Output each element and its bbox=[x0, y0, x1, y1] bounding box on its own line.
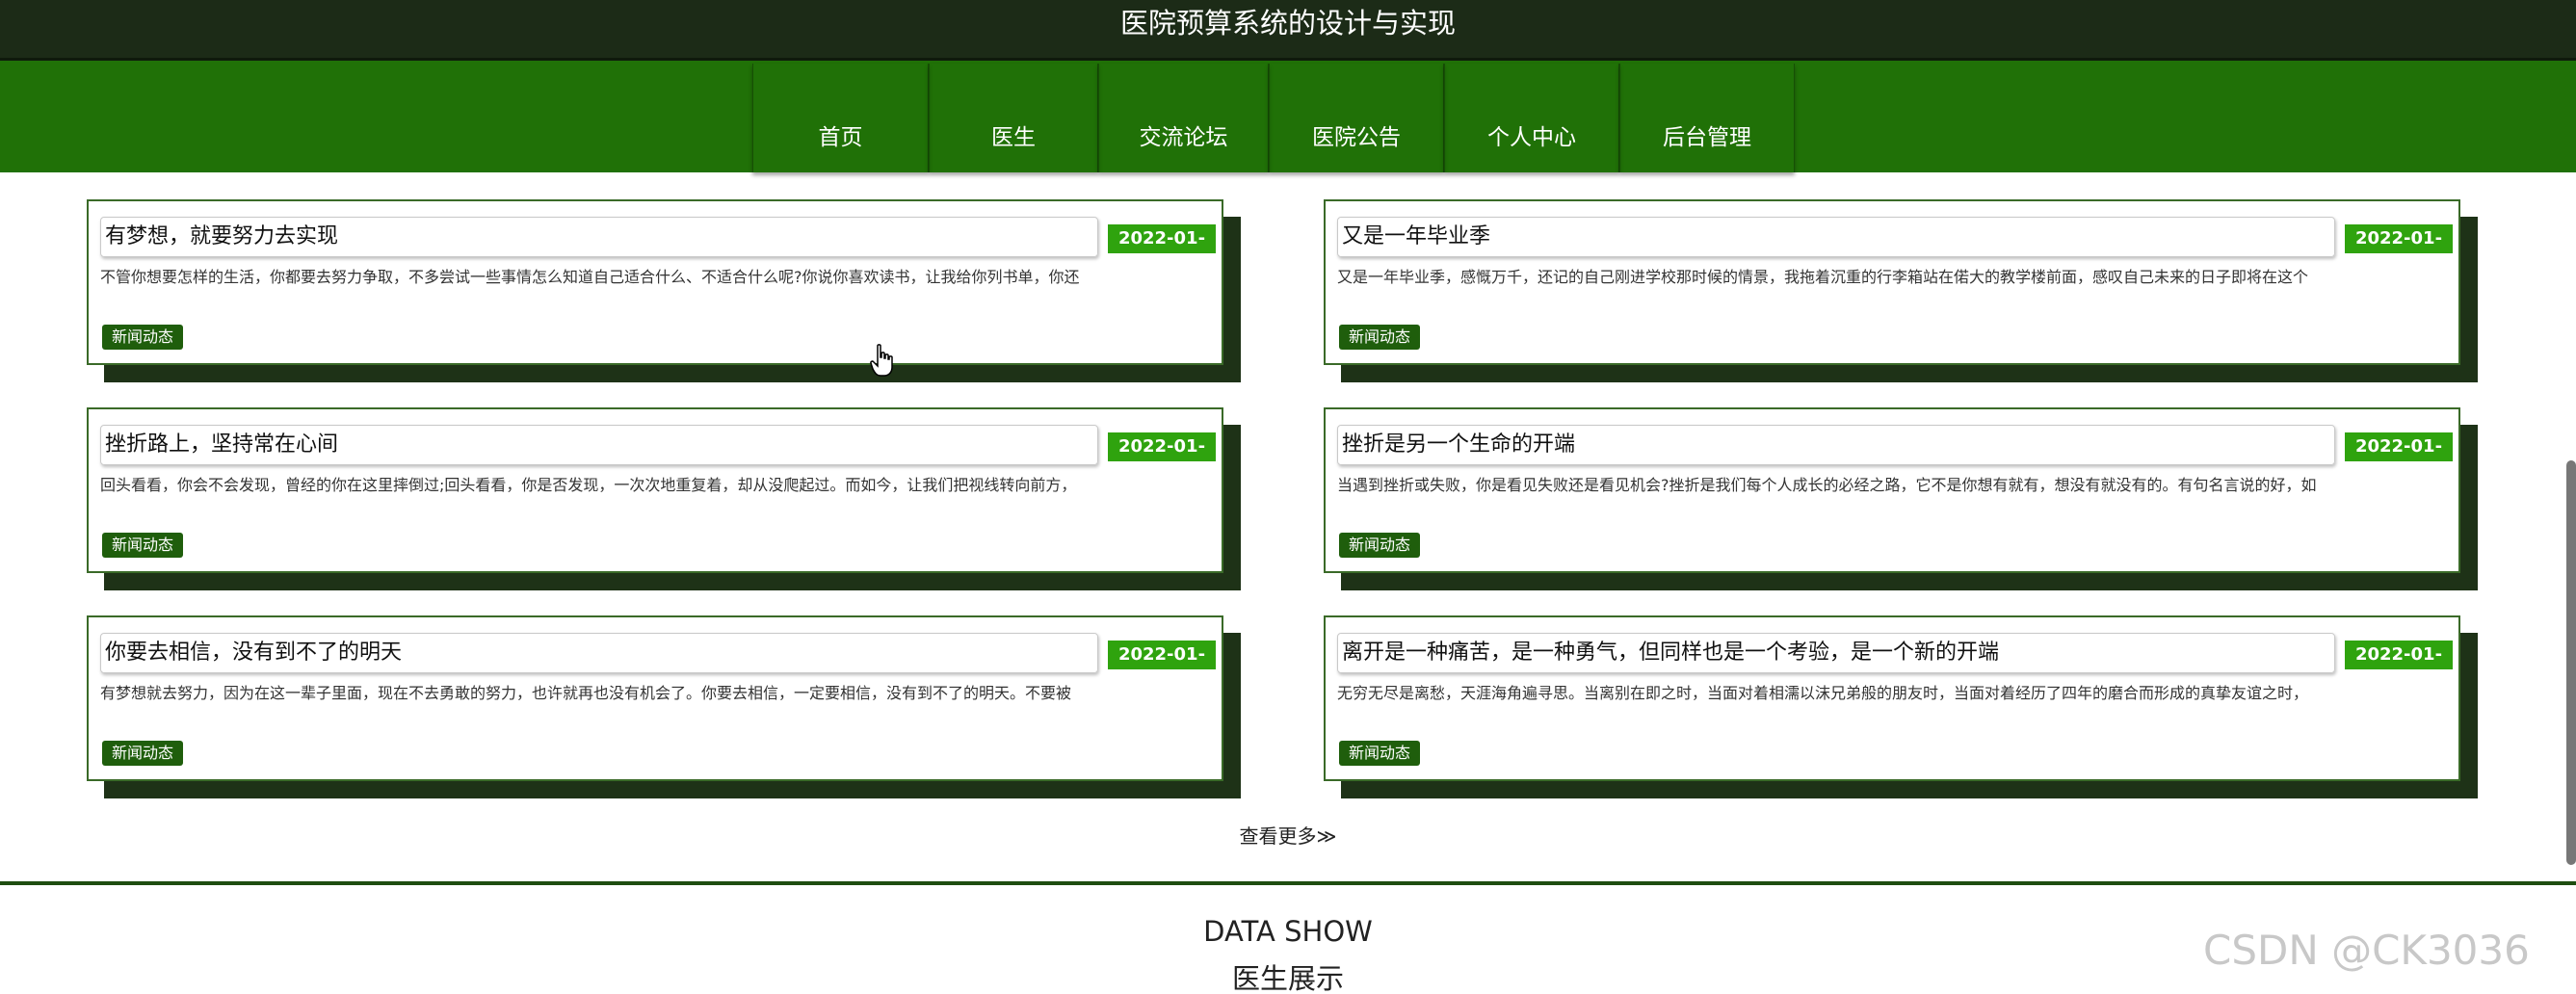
news-excerpt: 不管你想要怎样的生活，你都要去努力争取，不多尝试一些事情怎么知道自己适合什么、不… bbox=[100, 268, 1080, 286]
news-date-badge: 2022-01-10 bbox=[1108, 224, 1216, 277]
section-divider bbox=[0, 881, 2576, 885]
nav-home[interactable]: 首页 bbox=[752, 64, 929, 172]
nav-doctors[interactable]: 医生 bbox=[929, 64, 1098, 172]
news-excerpt: 回头看看，你会不会发现，曾经的你在这里摔倒过;回头看看，你是否发现，一次次地重复… bbox=[100, 476, 1077, 494]
news-title[interactable]: 你要去相信，没有到不了的明天 bbox=[100, 633, 1098, 673]
news-excerpt: 有梦想就去努力，因为在这一辈子里面，现在不去勇敢的努力，也许就再也没有机会了。你… bbox=[100, 684, 1072, 702]
news-date-badge: 2022-01-10 bbox=[1108, 641, 1216, 693]
news-title[interactable]: 挫折路上，坚持常在心间 bbox=[100, 425, 1098, 465]
news-category-tag[interactable]: 新闻动态 bbox=[1339, 533, 1421, 558]
hand-cursor-icon bbox=[870, 344, 893, 377]
section-title-cn: 医生展示 bbox=[1231, 962, 1344, 994]
news-date-badge: 2022-01-10 bbox=[2345, 432, 2453, 485]
section-title-en: DATA SHOW bbox=[1203, 915, 1373, 948]
news-card[interactable]: 离开是一种痛苦，是一种勇气，但同样也是一个考验，是一个新的开端 2022-01-… bbox=[1324, 615, 2478, 798]
nav-admin[interactable]: 后台管理 bbox=[1619, 64, 1795, 172]
news-category-tag[interactable]: 新闻动态 bbox=[102, 325, 184, 350]
news-title[interactable]: 挫折是另一个生命的开端 bbox=[1337, 425, 2335, 465]
news-card[interactable]: 又是一年毕业季 2022-01-10 又是一年毕业季，感慨万千，还记的自己刚进学… bbox=[1324, 199, 2478, 382]
watermark: CSDN @CK3036 bbox=[2203, 927, 2530, 974]
news-card[interactable]: 挫折路上，坚持常在心间 2022-01-10 回头看看，你会不会发现，曾经的你在… bbox=[87, 407, 1241, 590]
news-category-tag[interactable]: 新闻动态 bbox=[1339, 741, 1421, 766]
news-date-badge: 2022-01-10 bbox=[2345, 224, 2453, 277]
news-category-tag[interactable]: 新闻动态 bbox=[102, 533, 184, 558]
news-title[interactable]: 又是一年毕业季 bbox=[1337, 217, 2335, 257]
news-date-badge: 2022-01-10 bbox=[1108, 432, 1216, 485]
site-title: 医院预算系统的设计与实现 bbox=[1119, 7, 1456, 39]
news-excerpt: 当遇到挫折或失败，你是看见失败还是看见机会?挫折是我们每个人成长的必经之路，它不… bbox=[1337, 476, 2317, 494]
top-bar: 医院预算系统的设计与实现 bbox=[0, 0, 2576, 61]
news-category-tag[interactable]: 新闻动态 bbox=[1339, 325, 1421, 350]
news-card[interactable]: 有梦想，就要努力去实现 2022-01-10 不管你想要怎样的生活，你都要去努力… bbox=[87, 199, 1241, 382]
news-card[interactable]: 你要去相信，没有到不了的明天 2022-01-10 有梦想就去努力，因为在这一辈… bbox=[87, 615, 1241, 798]
nav-personal-center[interactable]: 个人中心 bbox=[1444, 64, 1619, 172]
news-excerpt: 又是一年毕业季，感慨万千，还记的自己刚进学校那时候的情景，我拖着沉重的行李箱站在… bbox=[1337, 268, 2309, 286]
news-card[interactable]: 挫折是另一个生命的开端 2022-01-10 当遇到挫折或失败，你是看见失败还是… bbox=[1324, 407, 2478, 590]
news-date-badge: 2022-01-10 bbox=[2345, 641, 2453, 693]
double-chevron-right-icon: ≫ bbox=[1316, 824, 1337, 848]
news-title[interactable]: 有梦想，就要努力去实现 bbox=[100, 217, 1098, 257]
view-more-label: 查看更多 bbox=[1239, 824, 1317, 848]
view-more-link[interactable]: 查看更多≫ bbox=[0, 821, 2576, 849]
nav-forum[interactable]: 交流论坛 bbox=[1098, 64, 1269, 172]
page-scrollbar[interactable] bbox=[2566, 460, 2576, 865]
news-category-tag[interactable]: 新闻动态 bbox=[102, 741, 184, 766]
news-title[interactable]: 离开是一种痛苦，是一种勇气，但同样也是一个考验，是一个新的开端 bbox=[1337, 633, 2335, 673]
main-nav: 首页 医生 交流论坛 医院公告 个人中心 后台管理 bbox=[0, 61, 2576, 172]
news-excerpt: 无穷无尽是离愁，天涯海角遍寻思。当离别在即之时，当面对着相濡以沫兄弟般的朋友时，… bbox=[1337, 684, 2309, 702]
nav-announcements[interactable]: 医院公告 bbox=[1269, 64, 1444, 172]
